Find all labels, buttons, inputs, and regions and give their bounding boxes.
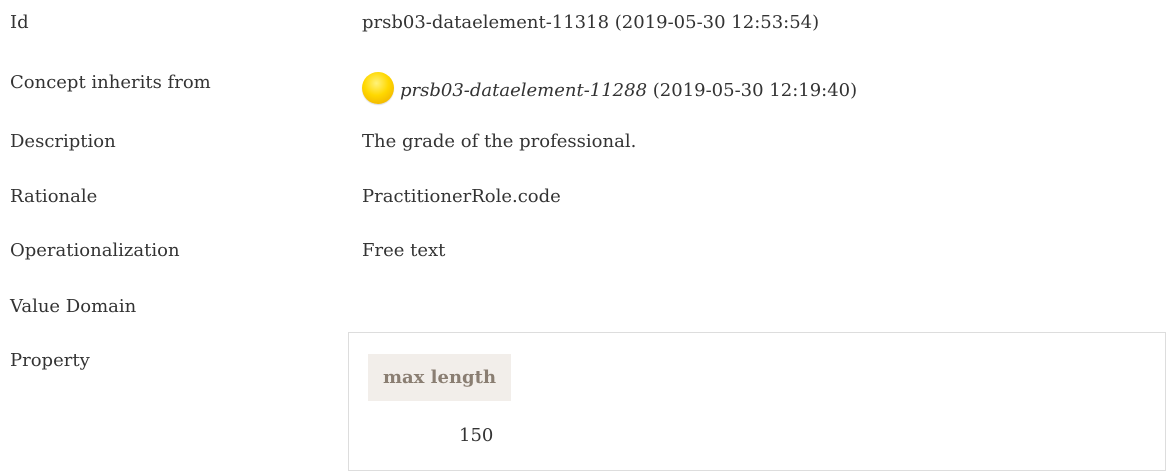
value-domain-label: Value Domain [10, 296, 137, 317]
operationalization-value: Free text [362, 240, 446, 261]
description-value: The grade of the professional. [362, 131, 637, 152]
inherits-label: Concept inherits from [10, 72, 211, 93]
inherits-timestamp: (2019-05-30 12:19:40) [647, 80, 858, 101]
id-value: prsb03-dataelement-11318 (2019-05-30 12:… [362, 12, 820, 33]
property-label: Property [10, 350, 90, 371]
inherits-link[interactable]: prsb03-dataelement-11288 [400, 80, 647, 101]
id-label: Id [10, 12, 29, 33]
operationalization-label: Operationalization [10, 240, 180, 261]
rationale-value: PractitionerRole.code [362, 186, 561, 207]
inherits-reference: prsb03-dataelement-11288 (2019-05-30 12:… [362, 80, 857, 101]
property-header-max-length: max length [368, 354, 511, 401]
property-table: max length 150 [348, 332, 1166, 471]
property-value-max-length: 150 [459, 425, 494, 446]
rationale-label: Rationale [10, 186, 98, 207]
description-label: Description [10, 131, 116, 152]
